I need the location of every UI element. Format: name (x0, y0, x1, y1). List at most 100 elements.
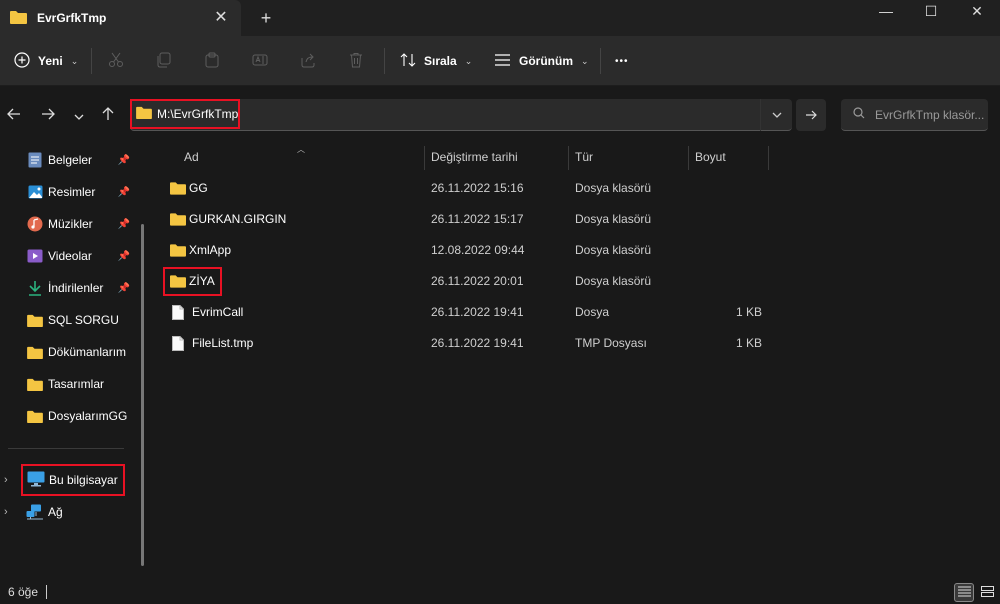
videos-icon (26, 247, 44, 265)
file-icon (170, 335, 186, 351)
table-row[interactable]: GG 26.11.2022 15:16 Dosya klasörü (162, 173, 772, 203)
address-history-button[interactable] (760, 99, 792, 131)
forward-button[interactable] (38, 106, 58, 126)
divider (600, 48, 601, 74)
chevron-right-icon[interactable]: › (4, 506, 8, 518)
column-divider[interactable] (424, 146, 425, 170)
file-name-cell: GG (170, 173, 208, 203)
column-header-type[interactable]: Tür (575, 144, 593, 170)
up-button[interactable] (98, 106, 118, 126)
file-size: 1 KB (735, 305, 762, 319)
table-row[interactable]: XmlApp 12.08.2022 09:44 Dosya klasörü (162, 235, 772, 265)
modified-date: 12.08.2022 09:44 (431, 243, 525, 257)
view-label: Görünüm (519, 54, 573, 68)
divider (384, 48, 385, 74)
sidebar-item-belgeler[interactable]: Belgeler 📌 (16, 147, 140, 173)
sidebar-item-network[interactable]: Ağ (16, 499, 140, 525)
sidebar-item-label: İndirilenler (48, 281, 104, 295)
share-button[interactable] (300, 48, 316, 74)
folder-icon (10, 10, 27, 27)
file-name-cell: XmlApp (170, 235, 231, 265)
sidebar-item-indirilenler[interactable]: İndirilenler 📌 (16, 275, 140, 301)
sidebar-item-label: Ağ (48, 505, 63, 519)
tab-evrgrfktmp[interactable]: EvrGrfkTmp ✕ (0, 0, 241, 36)
view-button[interactable]: Görünüm ⌄ (494, 48, 589, 74)
modified-date: 26.11.2022 15:16 (431, 181, 524, 195)
sort-ascending-icon: ︿ (297, 145, 305, 154)
sidebar-item-tasarimlar[interactable]: Tasarımlar (16, 371, 140, 397)
minimize-button[interactable]: — (863, 0, 909, 22)
close-window-button[interactable]: ✕ (954, 0, 1000, 22)
chevron-down-icon (772, 110, 782, 121)
arrow-up-icon (102, 106, 114, 126)
sidebar-item-dosyalarimgg[interactable]: DosyalarımGG (16, 403, 140, 429)
search-box[interactable] (841, 99, 988, 131)
go-button[interactable] (796, 99, 826, 131)
sidebar-item-label: DosyalarımGG (48, 409, 128, 423)
file-icon (170, 304, 186, 320)
divider (46, 585, 48, 599)
more-button[interactable]: ••• (615, 48, 629, 74)
file-list: ︿ Ad Değiştirme tarihi Tür Boyut GG 26.1… (152, 144, 1000, 580)
rename-button[interactable] (252, 48, 268, 74)
chevron-down-icon: ⌄ (581, 55, 589, 66)
paste-button[interactable] (204, 48, 220, 74)
column-header-size[interactable]: Boyut (695, 144, 726, 170)
tiles-view-button[interactable] (977, 583, 997, 602)
column-divider[interactable] (568, 146, 569, 170)
address-path-highlight[interactable]: M:\EvrGrfkTmp (130, 99, 240, 129)
column-divider[interactable] (688, 146, 689, 170)
back-button[interactable] (4, 106, 24, 126)
sidebar-item-label: Resimler (48, 185, 96, 199)
file-name: XmlApp (189, 243, 232, 257)
chevron-down-icon: ⌄ (70, 55, 79, 66)
file-size: 1 KB (735, 336, 762, 350)
sidebar-scrollbar[interactable] (141, 224, 144, 566)
delete-button[interactable] (348, 48, 364, 74)
view-icon (494, 53, 511, 70)
file-type: Dosya klasörü (575, 181, 652, 195)
file-name: EvrimCall (192, 305, 244, 319)
pin-icon: 📌 (117, 154, 130, 166)
new-button[interactable]: Yeni ⌄ (14, 48, 78, 74)
cut-button[interactable] (108, 48, 124, 74)
copy-button[interactable] (156, 48, 172, 74)
column-header-date[interactable]: Değiştirme tarihi (431, 144, 518, 170)
file-name: FileList.tmp (192, 336, 254, 350)
chevron-right-icon[interactable]: › (4, 474, 8, 486)
sidebar-item-videolar[interactable]: Videolar 📌 (16, 243, 140, 269)
divider (8, 448, 124, 449)
table-row[interactable]: EvrimCall 26.11.2022 19:41 Dosya 1 KB (162, 297, 772, 327)
modified-date: 26.11.2022 15:17 (431, 212, 524, 226)
address-bar[interactable]: M:\EvrGrfkTmp (130, 99, 792, 131)
cut-icon (108, 52, 124, 71)
column-header-name[interactable]: Ad (184, 144, 199, 170)
sidebar-item-label: Belgeler (48, 153, 93, 167)
table-row[interactable]: FileList.tmp 26.11.2022 19:41 TMP Dosyas… (162, 328, 772, 358)
details-view-button[interactable] (954, 583, 974, 602)
sort-button[interactable]: Sırala ⌄ (400, 48, 472, 74)
pictures-icon (26, 183, 44, 201)
sidebar-item-resimler[interactable]: Resimler 📌 (16, 179, 140, 205)
file-size (692, 235, 762, 265)
sidebar-item-sql-sorgu[interactable]: SQL SORGU (16, 307, 140, 333)
new-tab-button[interactable]: + (256, 8, 276, 28)
sidebar-item-this-pc[interactable]: Bu bilgisayar (21, 464, 125, 496)
search-icon (853, 107, 865, 122)
folder-icon (26, 311, 44, 329)
arrow-left-icon (7, 107, 21, 125)
maximize-button[interactable]: ☐ (908, 0, 954, 22)
column-divider[interactable] (768, 146, 769, 170)
sidebar-item-muzikler[interactable]: Müzikler 📌 (16, 211, 140, 237)
title-bar: EvrGrfkTmp ✕ + — ☐ ✕ (0, 0, 1000, 36)
close-tab-icon[interactable]: ✕ (213, 9, 229, 26)
file-type: Dosya (575, 305, 610, 319)
search-input[interactable] (875, 107, 985, 122)
sidebar-item-dokumanlarim[interactable]: Dökümanlarım (16, 339, 140, 365)
recent-locations-button[interactable] (69, 106, 89, 126)
sidebar-item-label: Videolar (48, 249, 92, 263)
file-type: Dosya klasörü (575, 212, 652, 226)
table-row[interactable]: GURKAN.GIRGIN 26.11.2022 15:17 Dosya kla… (162, 204, 772, 234)
file-size (692, 173, 762, 203)
table-row[interactable]: ZİYA 26.11.2022 20:01 Dosya klasörü (162, 266, 772, 296)
